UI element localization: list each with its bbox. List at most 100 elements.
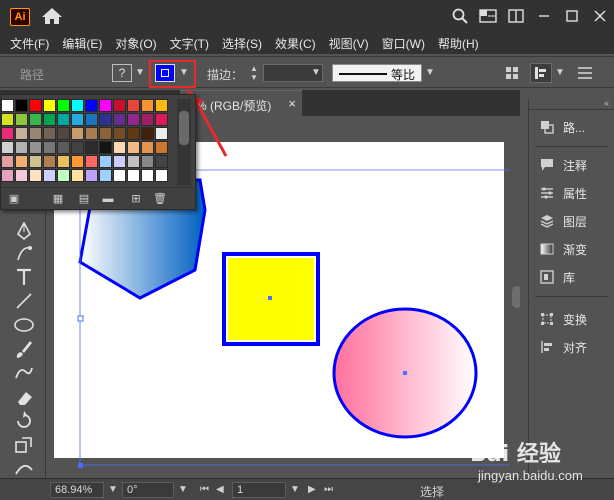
color-swatch[interactable] <box>1 113 14 126</box>
color-swatch[interactable] <box>57 113 70 126</box>
color-swatch[interactable] <box>99 113 112 126</box>
color-swatch[interactable] <box>57 155 70 168</box>
color-swatch[interactable] <box>29 127 42 140</box>
color-swatch[interactable] <box>127 155 140 168</box>
swatch-libraries-icon[interactable]: ▣ <box>7 192 21 206</box>
home-icon[interactable] <box>40 6 64 26</box>
color-swatch[interactable] <box>127 113 140 126</box>
color-swatch[interactable] <box>57 141 70 154</box>
new-color-group-icon[interactable]: ▬ <box>101 192 115 206</box>
color-swatch[interactable] <box>71 155 84 168</box>
menu-type[interactable]: 文字(T) <box>170 35 209 52</box>
color-swatch[interactable] <box>1 141 14 154</box>
color-swatch[interactable] <box>43 169 56 182</box>
color-swatch[interactable] <box>1 99 14 112</box>
color-swatch[interactable] <box>99 141 112 154</box>
panel-item-properties[interactable]: 属性 <box>529 180 614 206</box>
panel-item-comments[interactable]: 注释 <box>529 152 614 178</box>
swatch-scroll-thumb[interactable] <box>179 111 189 145</box>
color-swatch[interactable] <box>113 169 126 182</box>
color-swatch[interactable] <box>155 155 168 168</box>
menu-select[interactable]: 选择(S) <box>222 35 262 52</box>
color-swatch[interactable] <box>29 113 42 126</box>
menu-file[interactable]: 文件(F) <box>10 35 49 52</box>
color-swatch[interactable] <box>155 99 168 112</box>
color-swatch[interactable] <box>43 113 56 126</box>
color-swatch[interactable] <box>1 127 14 140</box>
warp-tool-icon[interactable] <box>12 456 36 478</box>
color-swatch[interactable] <box>127 169 140 182</box>
color-swatch[interactable] <box>99 169 112 182</box>
variable-width-profile-select[interactable]: 等比 <box>332 64 422 82</box>
color-swatch[interactable] <box>141 113 154 126</box>
grid-options-icon[interactable] <box>505 66 519 80</box>
color-swatch[interactable] <box>141 99 154 112</box>
delete-swatch-icon[interactable]: 🗑 <box>153 192 167 206</box>
color-swatch[interactable] <box>99 99 112 112</box>
show-swatch-kinds-icon[interactable]: ▦ <box>51 192 65 206</box>
profile-chevron-icon[interactable]: ▼ <box>424 64 436 82</box>
color-swatch[interactable] <box>113 113 126 126</box>
color-swatch[interactable] <box>141 169 154 182</box>
artboard-number-field[interactable]: 1 <box>232 482 286 498</box>
rotation-field[interactable]: 0° <box>122 482 174 498</box>
panel-item-layers[interactable]: 图层 <box>529 208 614 234</box>
color-swatch[interactable] <box>113 141 126 154</box>
color-swatch[interactable] <box>71 113 84 126</box>
menu-window[interactable]: 窗口(W) <box>382 35 425 52</box>
minimize-icon[interactable] <box>530 0 558 32</box>
swatch-scrollbar[interactable] <box>177 99 191 185</box>
paintbrush-tool-icon[interactable] <box>12 338 36 360</box>
color-swatch[interactable] <box>43 99 56 112</box>
color-swatch[interactable] <box>85 127 98 140</box>
fill-color-swatch[interactable]: ? <box>112 64 132 82</box>
color-swatch[interactable] <box>43 155 56 168</box>
menu-view[interactable]: 视图(V) <box>329 35 369 52</box>
color-swatch[interactable] <box>141 155 154 168</box>
color-swatch[interactable] <box>15 155 28 168</box>
arrange-documents-icon[interactable] <box>502 0 530 32</box>
color-swatch[interactable] <box>113 127 126 140</box>
zoom-chevron-icon[interactable]: ▼ <box>108 482 118 498</box>
fill-dropdown-chevron-icon[interactable]: ▼ <box>134 64 146 82</box>
color-swatch[interactable] <box>85 169 98 182</box>
color-swatch[interactable] <box>85 155 98 168</box>
color-swatch[interactable] <box>99 155 112 168</box>
color-swatch[interactable] <box>99 127 112 140</box>
color-swatch[interactable] <box>71 99 84 112</box>
color-swatch[interactable] <box>29 169 42 182</box>
first-artboard-icon[interactable]: ⏮ <box>200 482 209 498</box>
collapse-panels-icon[interactable]: « <box>604 98 609 108</box>
menu-help[interactable]: 帮助(H) <box>438 35 479 52</box>
shaper-tool-icon[interactable] <box>12 362 36 384</box>
color-swatch[interactable] <box>15 141 28 154</box>
color-swatch[interactable] <box>155 169 168 182</box>
panel-item-gradient[interactable]: 渐变 <box>529 236 614 262</box>
menu-edit[interactable]: 编辑(E) <box>62 35 102 52</box>
stroke-weight-chevron-icon[interactable]: ▼ <box>310 64 322 82</box>
align-chevron-icon[interactable]: ▼ <box>554 64 566 82</box>
color-swatch[interactable] <box>15 127 28 140</box>
color-swatch[interactable] <box>29 155 42 168</box>
color-swatch[interactable] <box>155 113 168 126</box>
swatch-options-icon[interactable]: ▤ <box>77 192 91 206</box>
panel-item-transform[interactable]: 变换 <box>529 306 614 332</box>
maximize-icon[interactable] <box>558 0 586 32</box>
color-swatch[interactable] <box>15 113 28 126</box>
panel-item-pathfinder[interactable]: 路... <box>529 114 614 140</box>
color-swatch[interactable] <box>71 141 84 154</box>
color-swatch[interactable] <box>113 99 126 112</box>
color-swatch[interactable] <box>43 141 56 154</box>
color-swatch[interactable] <box>57 99 70 112</box>
menu-effect[interactable]: 效果(C) <box>275 35 316 52</box>
eraser-tool-icon[interactable] <box>12 386 36 408</box>
line-tool-icon[interactable] <box>12 290 36 312</box>
last-artboard-icon[interactable]: ⏭ <box>324 482 333 498</box>
color-swatch[interactable] <box>1 155 14 168</box>
panel-item-align[interactable]: 对齐 <box>529 334 614 360</box>
stroke-weight-spinner-icon[interactable]: ▲ ▼ <box>248 64 260 82</box>
rotate-tool-icon[interactable] <box>12 410 36 432</box>
color-swatch[interactable] <box>43 127 56 140</box>
color-swatch[interactable] <box>85 113 98 126</box>
pen-tool-icon[interactable] <box>12 220 36 242</box>
